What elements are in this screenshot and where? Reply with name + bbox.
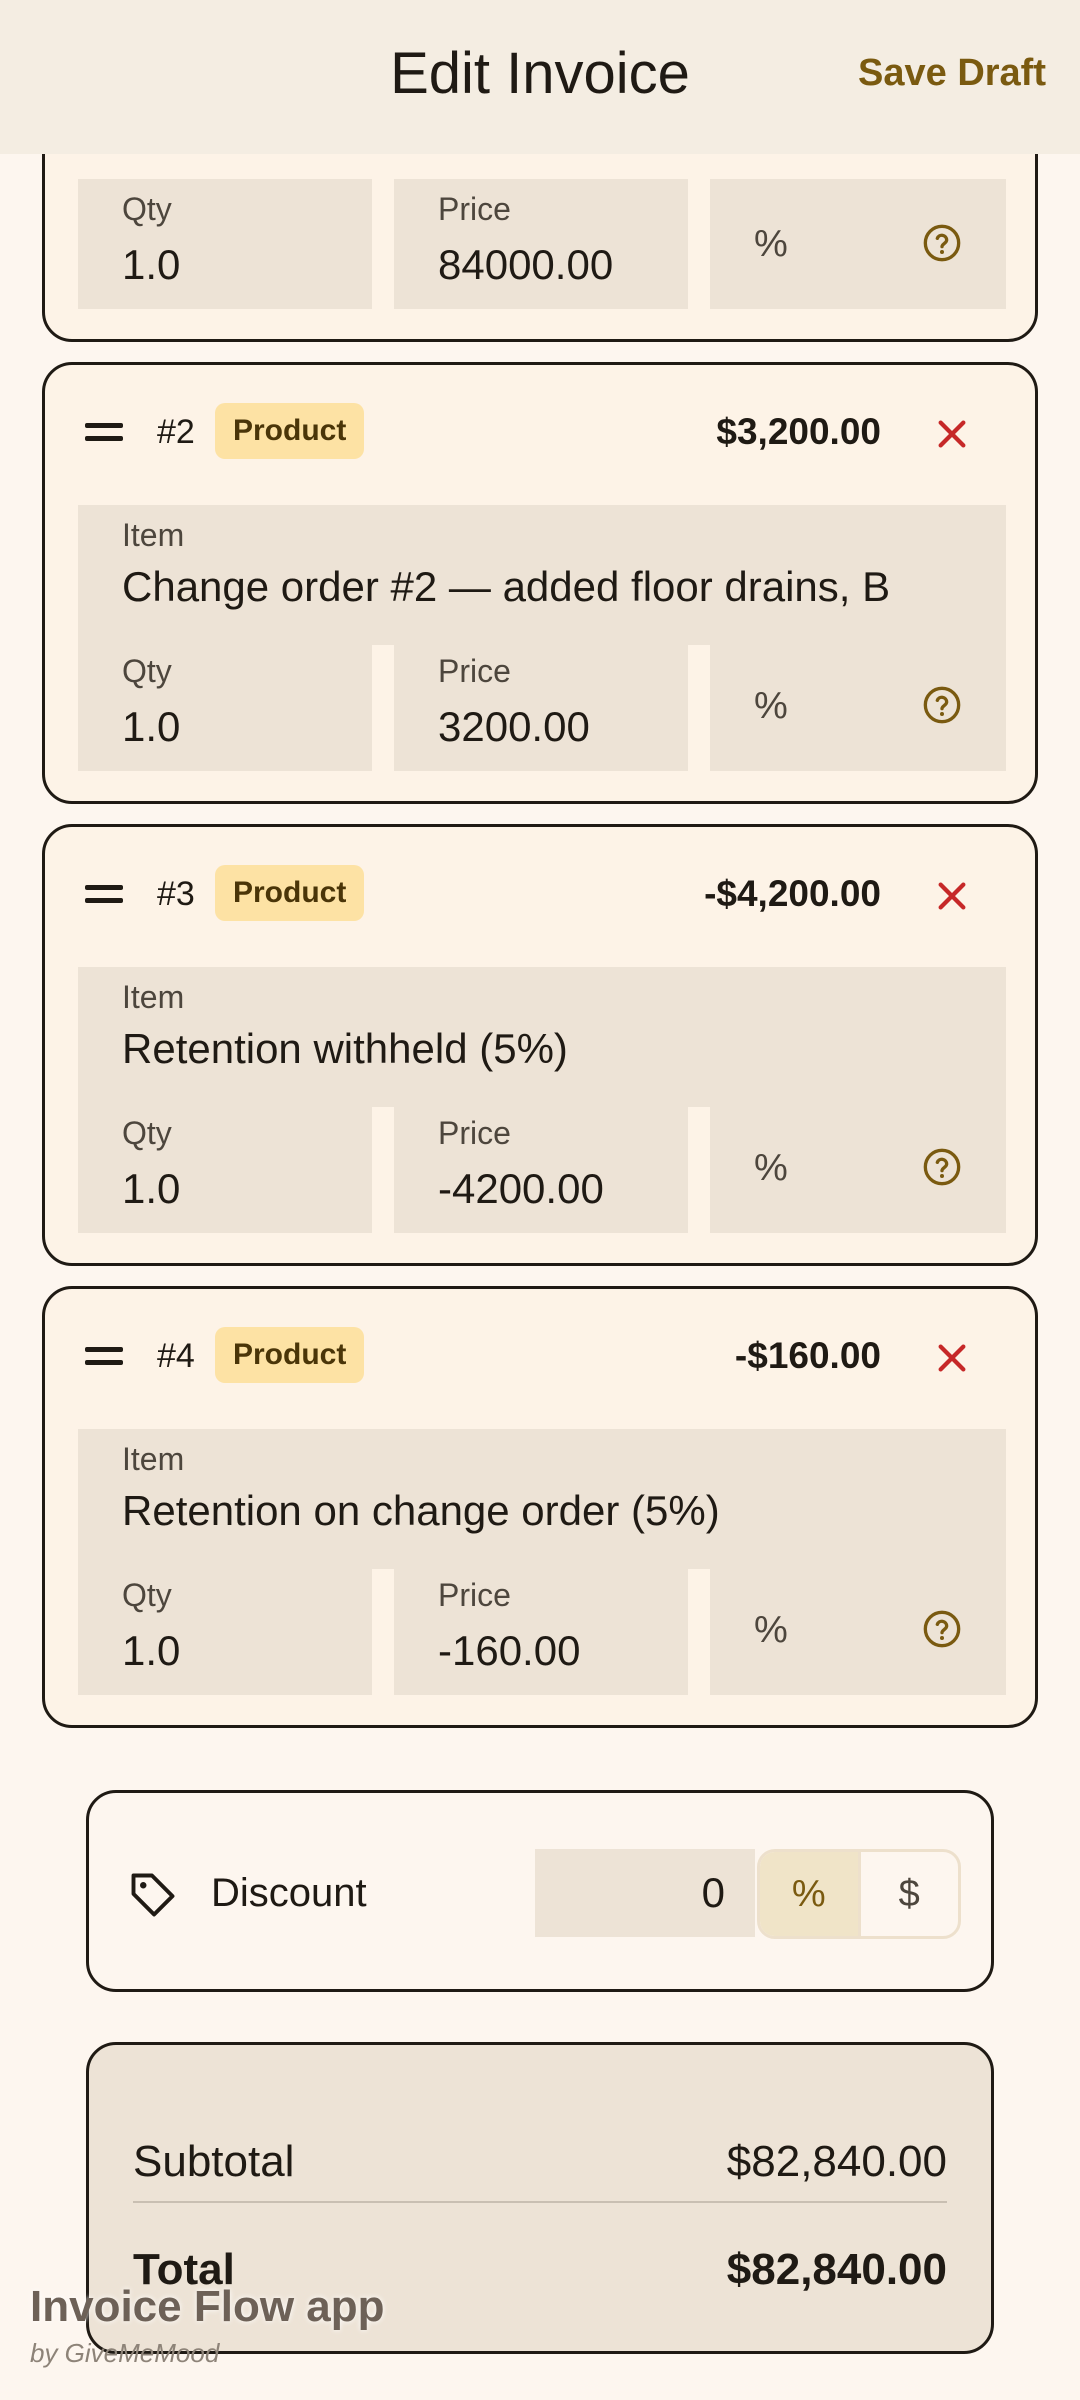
price-field[interactable]: Price -160.00 [394,1565,688,1695]
drag-handle-icon[interactable] [85,885,123,905]
type-badge[interactable]: Product [215,403,365,459]
qty-label: Qty [122,191,172,227]
total-value: $82,840.00 [726,2245,947,2294]
percent-label: % [754,1609,788,1651]
line-item-header: #2 Product $3,200.00 [45,365,1035,505]
save-draft-button[interactable]: Save Draft [858,52,1046,95]
subtotal-value: $82,840.00 [726,2137,947,2186]
qty-label: Qty [122,1577,172,1613]
line-number: #4 [157,1337,195,1375]
qty-field[interactable]: Qty 1.0 [78,1103,372,1233]
item-value: Retention on change order (5%) [122,1487,720,1534]
help-circle-icon[interactable] [922,1609,962,1649]
discount-input[interactable]: 0 [535,1849,755,1937]
line-amount: $3,200.00 [716,411,881,452]
divider [133,2201,947,2203]
drag-handle-icon[interactable] [85,423,123,443]
percent-label: % [754,223,788,265]
price-label: Price [438,1577,511,1613]
discount-value: 0 [701,1869,725,1916]
item-label: Item [122,517,185,553]
price-label: Price [438,653,511,689]
price-field[interactable]: Price -4200.00 [394,1103,688,1233]
type-badge[interactable]: Product [215,1327,365,1383]
line-amount: -$4,200.00 [704,873,881,914]
line-amount: -$160.00 [734,1335,881,1376]
percent-field[interactable]: % [710,179,1006,309]
line-item-card-4: #4 Product -$160.00 Item Retention on ch… [42,1286,1038,1728]
price-label: Price [438,1115,511,1151]
discount-type-toggle[interactable]: % $ [757,1849,961,1939]
percent-field[interactable]: % [710,641,1006,771]
line-number: #2 [157,413,195,451]
item-value: Change order #2 — added floor drains, B [122,563,891,610]
watermark: Invoice Flow app by GiveMeMood [30,2282,385,2369]
qty-field[interactable]: Qty 1.0 [78,1565,372,1695]
qty-label: Qty [122,1115,172,1151]
qty-field[interactable]: Qty 1.0 [78,641,372,771]
qty-label: Qty [122,653,172,689]
item-label: Item [122,979,185,1015]
watermark-app-name: Invoice Flow app [30,2282,385,2331]
subtotal-label: Subtotal [133,2137,295,2186]
help-circle-icon[interactable] [922,1147,962,1187]
item-field[interactable]: Item Change order #2 — added floor drain… [78,505,1006,645]
line-item-card-2: #2 Product $3,200.00 Item Change order #… [42,362,1038,804]
item-label: Item [122,1441,185,1477]
line-item-header: #4 Product -$160.00 [45,1289,1035,1429]
close-icon[interactable] [935,879,969,913]
percent-field[interactable]: % [710,1565,1006,1695]
drag-handle-icon[interactable] [85,1347,123,1367]
line-item-header: #3 Product -$4,200.00 [45,827,1035,967]
help-circle-icon[interactable] [922,223,962,263]
qty-value: 1.0 [122,1165,181,1212]
percent-field[interactable]: % [710,1103,1006,1233]
qty-field[interactable]: Qty 1.0 [78,179,372,309]
close-icon[interactable] [935,417,969,451]
qty-value: 1.0 [122,1627,181,1674]
help-circle-icon[interactable] [922,685,962,725]
price-value: -160.00 [438,1627,581,1674]
percent-label: % [754,685,788,727]
price-field[interactable]: Price 3200.00 [394,641,688,771]
tag-icon [131,1873,175,1917]
price-value: -4200.00 [438,1165,604,1212]
subtotal-row: Subtotal $82,840.00 [133,2137,947,2187]
app-bar: Edit Invoice Save Draft [0,0,1080,154]
invoice-scroll-area[interactable]: Qty 1.0 Price 84000.00 % #2 Product $3,2… [0,0,1080,2400]
line-item-card-3: #3 Product -$4,200.00 Item Retention wit… [42,824,1038,1266]
close-icon[interactable] [935,1341,969,1375]
discount-dollar-option[interactable]: $ [861,1852,959,1936]
discount-label: Discount [211,1871,367,1915]
price-value: 3200.00 [438,703,590,750]
type-badge[interactable]: Product [215,865,365,921]
price-field[interactable]: Price 84000.00 [394,179,688,309]
discount-percent-option[interactable]: % [760,1852,861,1936]
qty-value: 1.0 [122,703,181,750]
item-value: Retention withheld (5%) [122,1025,568,1072]
price-value: 84000.00 [438,241,614,288]
item-field[interactable]: Item Retention on change order (5%) [78,1429,1006,1569]
item-field[interactable]: Item Retention withheld (5%) [78,967,1006,1107]
price-label: Price [438,191,511,227]
percent-label: % [754,1147,788,1189]
discount-card: Discount 0 % $ [86,1790,994,1992]
line-number: #3 [157,875,195,913]
qty-value: 1.0 [122,241,181,288]
watermark-by-line: by GiveMeMood [30,2338,220,2368]
